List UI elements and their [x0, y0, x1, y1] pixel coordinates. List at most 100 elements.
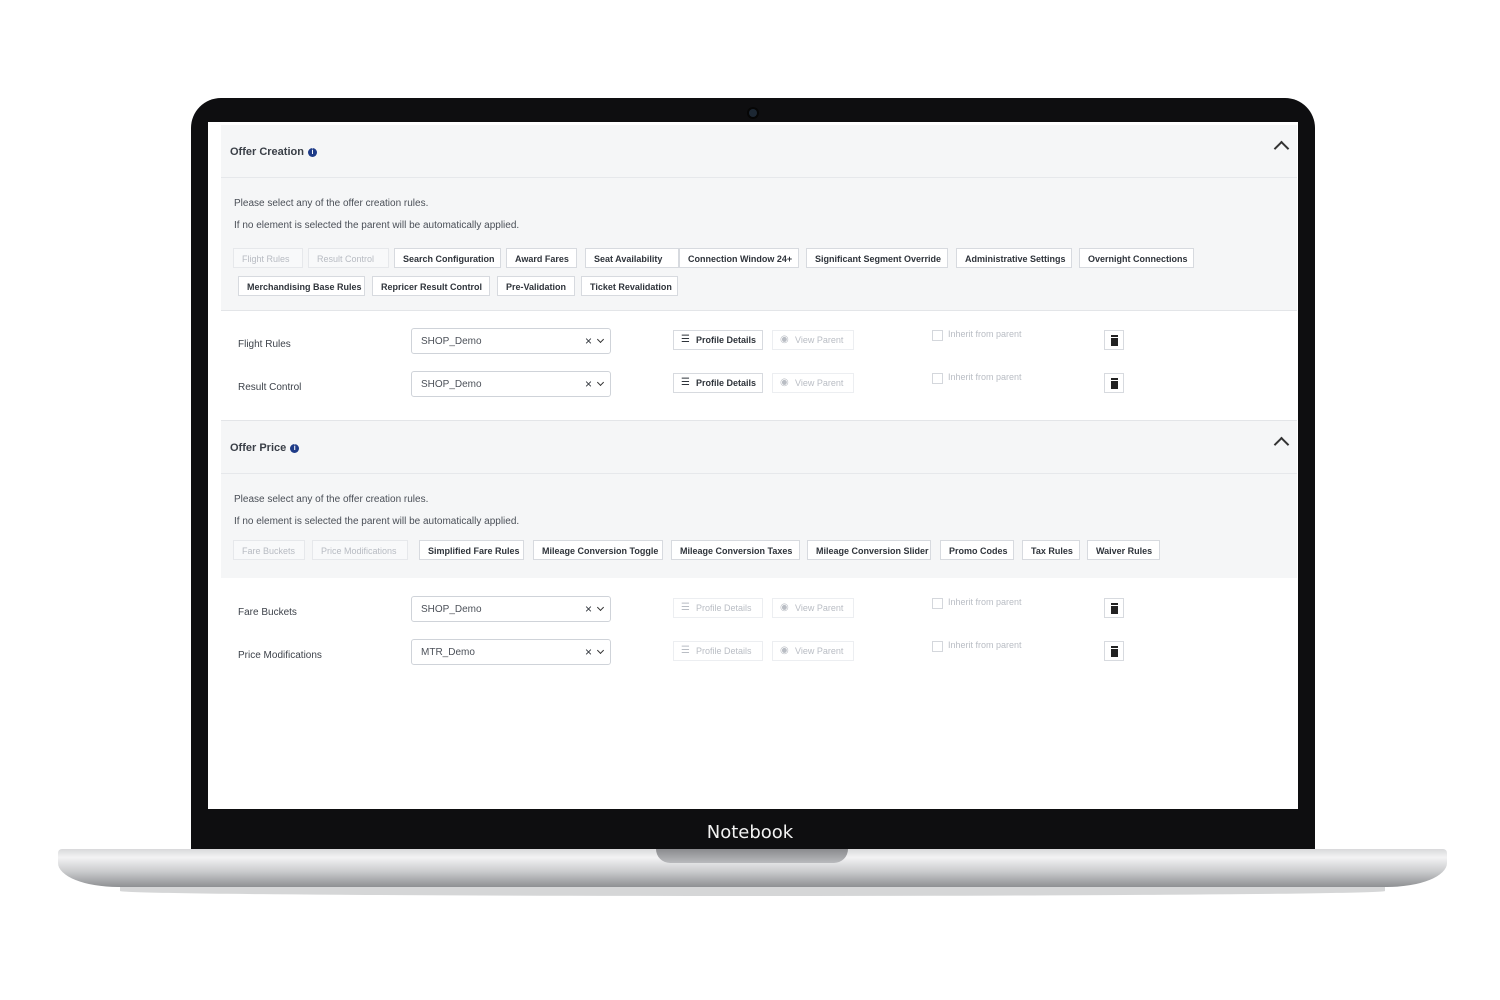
offer-creation-chip[interactable]: Connection Window 24+	[679, 248, 799, 268]
offer-price-hint-2: If no element is selected the parent wil…	[234, 516, 520, 527]
inherit-label: Inherit from parent	[948, 597, 1022, 607]
divider	[221, 310, 1297, 311]
rule-row-label: Result Control	[238, 382, 302, 393]
offer-price-chip[interactable]: Mileage Conversion Slider	[807, 540, 931, 560]
offer-creation-chip[interactable]: Merchandising Base Rules	[238, 276, 365, 296]
eye-icon: ◉	[780, 334, 789, 345]
offer-creation-chip[interactable]: Seat Availability	[585, 248, 679, 268]
trash-icon[interactable]	[1104, 330, 1124, 350]
clear-icon[interactable]: ×	[585, 334, 592, 348]
laptop-notch	[656, 849, 848, 863]
view-parent-label: View Parent	[795, 603, 844, 613]
eye-icon: ◉	[780, 645, 789, 656]
profile-details-button[interactable]: ☰ Profile Details	[673, 330, 763, 350]
profile-details-label: Profile Details	[696, 646, 752, 656]
inherit-label: Inherit from parent	[948, 329, 1022, 339]
profile-details-label: Profile Details	[696, 603, 752, 613]
offer-creation-chip[interactable]: Search Configuration	[394, 248, 501, 268]
inherit-checkbox[interactable]	[932, 598, 943, 609]
profile-select[interactable]: SHOP_Demo ×	[411, 371, 611, 397]
chevron-down-icon[interactable]	[596, 603, 605, 612]
inherit-checkbox[interactable]	[932, 330, 943, 341]
clear-icon[interactable]: ×	[585, 602, 592, 616]
profile-select[interactable]: SHOP_Demo ×	[411, 596, 611, 622]
select-value: SHOP_Demo	[421, 336, 482, 347]
clear-icon[interactable]: ×	[585, 377, 592, 391]
view-parent-button: ◉ View Parent	[772, 373, 854, 393]
list-icon: ☰	[681, 602, 690, 613]
offer-creation-chip[interactable]: Administrative Settings	[956, 248, 1072, 268]
eye-icon: ◉	[780, 602, 789, 613]
offer-creation-chip[interactable]: Significant Segment Override	[806, 248, 948, 268]
profile-select[interactable]: SHOP_Demo ×	[411, 328, 611, 354]
chevron-down-icon[interactable]	[596, 378, 605, 387]
inherit-label: Inherit from parent	[948, 640, 1022, 650]
view-parent-button: ◉ View Parent	[772, 641, 854, 661]
offer-creation-chip[interactable]: Pre-Validation	[497, 276, 575, 296]
offer-price-chip: Fare Buckets	[233, 540, 305, 560]
view-parent-button: ◉ View Parent	[772, 330, 854, 350]
rule-row-label: Fare Buckets	[238, 607, 297, 618]
offer-creation-header[interactable]: Offer Creation i	[221, 125, 1297, 178]
chevron-up-icon[interactable]	[1273, 140, 1290, 157]
offer-creation-hint-2: If no element is selected the parent wil…	[234, 220, 520, 231]
offer-price-hint-1: Please select any of the offer creation …	[234, 494, 429, 505]
rule-row-label: Price Modifications	[238, 650, 322, 661]
trash-icon[interactable]	[1104, 641, 1124, 661]
list-icon: ☰	[681, 377, 690, 388]
offer-price-chip[interactable]: Waiver Rules	[1087, 540, 1160, 560]
select-value: SHOP_Demo	[421, 604, 482, 615]
screen: Offer Creation i Please select any of the…	[208, 122, 1298, 809]
profile-details-label: Profile Details	[696, 378, 757, 388]
offer-price-chip: Price Modifications	[312, 540, 408, 560]
info-icon[interactable]: i	[290, 444, 300, 453]
offer-creation-hint-1: Please select any of the offer creation …	[234, 198, 429, 209]
camera-icon	[749, 109, 757, 117]
trash-icon[interactable]	[1104, 373, 1124, 393]
eye-icon: ◉	[780, 377, 789, 388]
offer-creation-chip[interactable]: Overnight Connections	[1079, 248, 1194, 268]
offer-creation-chip[interactable]: Award Fares	[506, 248, 577, 268]
offer-price-title: Offer Price i	[230, 442, 300, 454]
offer-price-chip[interactable]: Simplified Fare Rules	[419, 540, 524, 560]
offer-creation-chip: Result Control	[308, 248, 389, 268]
inherit-checkbox[interactable]	[932, 373, 943, 384]
list-icon: ☰	[681, 645, 690, 656]
list-icon: ☰	[681, 334, 690, 345]
chevron-down-icon[interactable]	[596, 335, 605, 344]
clear-icon[interactable]: ×	[585, 645, 592, 659]
profile-details-button: ☰ Profile Details	[673, 641, 763, 661]
chevron-down-icon[interactable]	[596, 646, 605, 655]
offer-price-chip[interactable]: Mileage Conversion Taxes	[671, 540, 800, 560]
inherit-checkbox[interactable]	[932, 641, 943, 652]
offer-price-chip[interactable]: Promo Codes	[940, 540, 1014, 560]
view-parent-button: ◉ View Parent	[772, 598, 854, 618]
notebook-label: Notebook	[706, 822, 794, 843]
view-parent-label: View Parent	[795, 646, 844, 656]
offer-price-chip[interactable]: Mileage Conversion Toggle	[533, 540, 663, 560]
select-value: SHOP_Demo	[421, 379, 482, 390]
offer-price-chip[interactable]: Tax Rules	[1022, 540, 1080, 560]
offer-price-header[interactable]: Offer Price i	[221, 421, 1297, 474]
trash-icon[interactable]	[1104, 598, 1124, 618]
view-parent-label: View Parent	[795, 378, 844, 388]
offer-creation-rules-box: Please select any of the offer creation …	[221, 178, 1297, 310]
offer-creation-chip[interactable]: Ticket Revalidation	[581, 276, 678, 296]
rule-row-label: Flight Rules	[238, 339, 291, 350]
laptop-shadow	[120, 886, 1385, 896]
profile-details-button: ☰ Profile Details	[673, 598, 763, 618]
offer-price-title-text: Offer Price	[230, 442, 287, 454]
profile-details-button[interactable]: ☰ Profile Details	[673, 373, 763, 393]
select-value: MTR_Demo	[421, 647, 475, 658]
inherit-label: Inherit from parent	[948, 372, 1022, 382]
view-parent-label: View Parent	[795, 335, 844, 345]
profile-details-label: Profile Details	[696, 335, 757, 345]
info-icon[interactable]: i	[307, 148, 317, 157]
profile-select[interactable]: MTR_Demo ×	[411, 639, 611, 665]
offer-creation-chip[interactable]: Repricer Result Control	[372, 276, 490, 296]
chevron-up-icon[interactable]	[1273, 436, 1290, 453]
offer-creation-chip: Flight Rules	[233, 248, 303, 268]
offer-creation-title-text: Offer Creation	[230, 146, 304, 158]
offer-price-rules-box: Please select any of the offer creation …	[221, 474, 1297, 578]
offer-creation-title: Offer Creation i	[230, 146, 317, 158]
